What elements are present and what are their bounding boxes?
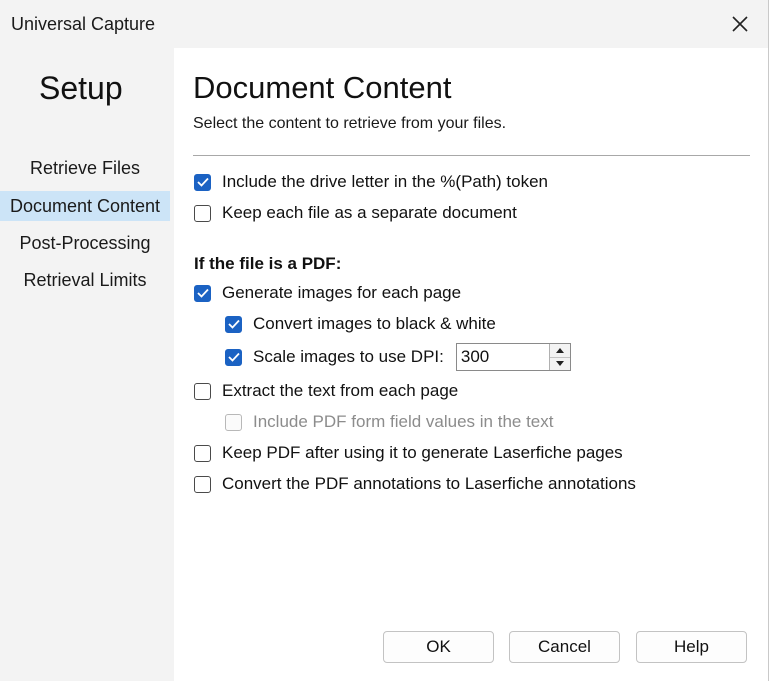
dpi-increase-button[interactable] (549, 344, 570, 357)
form-fields-checkbox (225, 413, 242, 431)
dpi-decrease-button[interactable] (549, 356, 570, 370)
dpi-stepper[interactable]: 300 (455, 343, 571, 371)
triangle-up-icon (555, 347, 564, 353)
extract-text-label: Extract the text from each page (222, 381, 459, 400)
sidebar-item-retrieve-files[interactable]: Retrieve Files (0, 153, 170, 183)
checkmark-icon (227, 319, 240, 329)
checkmark-icon (196, 177, 209, 187)
black-white-option[interactable]: Convert images to black & white (225, 314, 496, 334)
scale-dpi-checkbox[interactable] (225, 348, 242, 366)
keep-separate-label: Keep each file as a separate document (222, 203, 517, 222)
black-white-checkbox[interactable] (225, 315, 242, 333)
pdf-section-label: If the file is a PDF: (194, 254, 342, 273)
keep-separate-option[interactable]: Keep each file as a separate document (194, 203, 517, 223)
black-white-label: Convert images to black & white (253, 314, 496, 333)
ok-button[interactable]: OK (383, 631, 494, 663)
sidebar-item-document-content[interactable]: Document Content (0, 191, 170, 221)
page-title: Document Content (193, 70, 452, 105)
keep-pdf-label: Keep PDF after using it to generate Lase… (222, 443, 623, 462)
sidebar-title: Setup (39, 70, 123, 106)
cancel-button[interactable]: Cancel (509, 631, 620, 663)
title-bar: Universal Capture (0, 0, 768, 48)
triangle-down-icon (555, 361, 564, 367)
dpi-value[interactable]: 300 (457, 347, 549, 367)
keep-pdf-option[interactable]: Keep PDF after using it to generate Lase… (194, 443, 623, 463)
include-drive-letter-label: Include the drive letter in the %(Path) … (222, 172, 549, 191)
form-fields-option: Include PDF form field values in the tex… (225, 412, 553, 432)
convert-annotations-checkbox[interactable] (194, 475, 211, 493)
dpi-stepper-buttons (548, 344, 570, 370)
checkmark-icon (196, 288, 209, 298)
universal-capture-dialog: Universal Capture Setup Retrieve Files D… (0, 0, 769, 681)
close-icon (732, 16, 748, 32)
generate-images-option[interactable]: Generate images for each page (194, 283, 461, 303)
convert-annotations-label: Convert the PDF annotations to Laserfich… (222, 474, 636, 493)
divider (193, 155, 750, 156)
sidebar: Setup Retrieve Files Document Content Po… (0, 48, 174, 681)
scale-dpi-option[interactable]: Scale images to use DPI: 300 (225, 343, 571, 371)
window-title: Universal Capture (11, 14, 156, 34)
extract-text-option[interactable]: Extract the text from each page (194, 381, 458, 401)
include-drive-letter-option[interactable]: Include the drive letter in the %(Path) … (194, 172, 548, 192)
page-subtitle: Select the content to retrieve from your… (193, 115, 507, 132)
include-drive-letter-checkbox[interactable] (194, 173, 211, 191)
generate-images-checkbox[interactable] (194, 284, 211, 302)
generate-images-label: Generate images for each page (222, 283, 462, 302)
extract-text-checkbox[interactable] (194, 382, 211, 400)
sidebar-item-post-processing[interactable]: Post-Processing (0, 228, 170, 258)
sidebar-item-retrieval-limits[interactable]: Retrieval Limits (0, 265, 170, 295)
keep-separate-checkbox[interactable] (194, 204, 211, 222)
form-fields-label: Include PDF form field values in the tex… (253, 412, 554, 431)
scale-dpi-label: Scale images to use DPI: (253, 347, 444, 366)
content-panel: Document Content Select the content to r… (174, 48, 768, 681)
checkmark-icon (227, 352, 240, 362)
close-button[interactable] (724, 9, 756, 39)
help-button[interactable]: Help (636, 631, 747, 663)
keep-pdf-checkbox[interactable] (194, 444, 211, 462)
convert-annotations-option[interactable]: Convert the PDF annotations to Laserfich… (194, 474, 636, 494)
